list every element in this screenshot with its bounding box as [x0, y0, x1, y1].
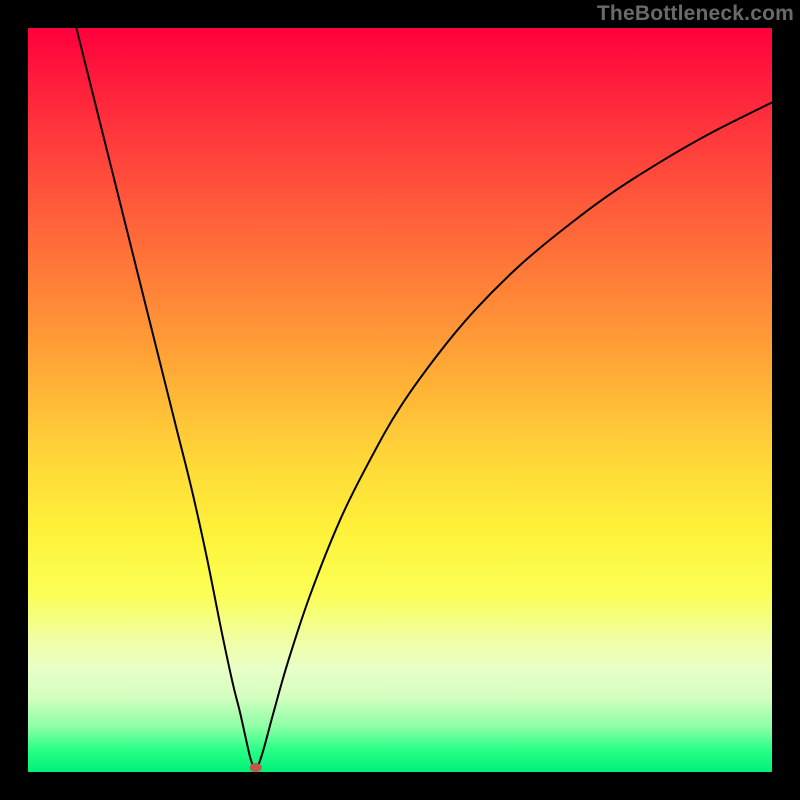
plot-area [28, 28, 772, 772]
minimum-marker [250, 763, 262, 772]
chart-container: TheBottleneck.com [0, 0, 800, 800]
chart-svg [28, 28, 772, 772]
watermark-text: TheBottleneck.com [597, 2, 794, 26]
curve-path [76, 28, 772, 769]
